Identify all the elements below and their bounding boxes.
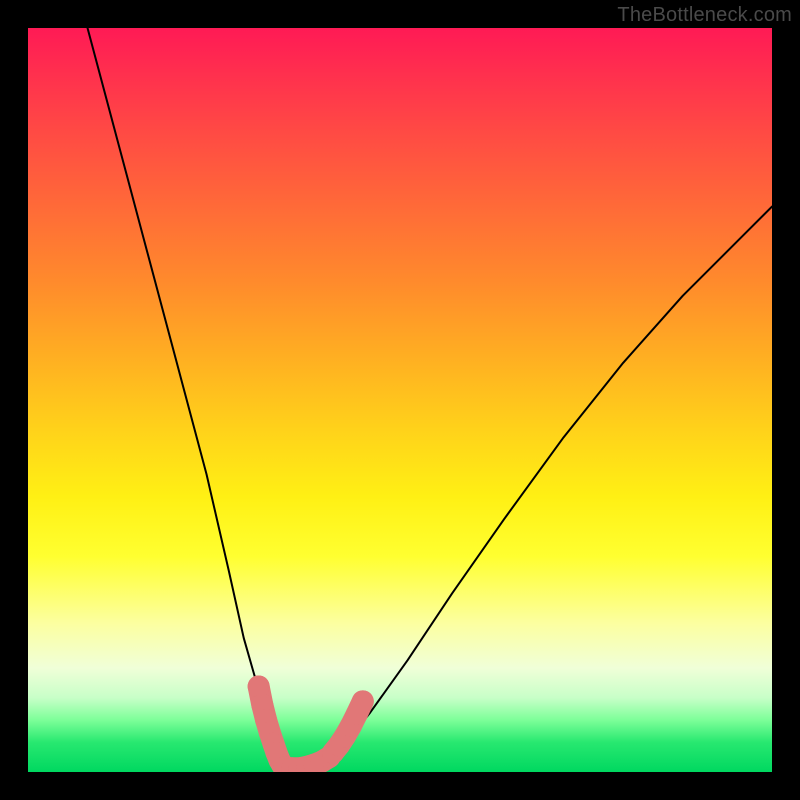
marker-dot <box>248 675 270 697</box>
curve-layer <box>28 28 772 772</box>
chart-frame: TheBottleneck.com <box>0 0 800 800</box>
chart-curves <box>88 28 772 772</box>
curve-bottleneck-curve <box>88 28 772 768</box>
marker-dot <box>352 690 374 712</box>
plot-area <box>28 28 772 772</box>
watermark-text: TheBottleneck.com <box>617 4 792 27</box>
